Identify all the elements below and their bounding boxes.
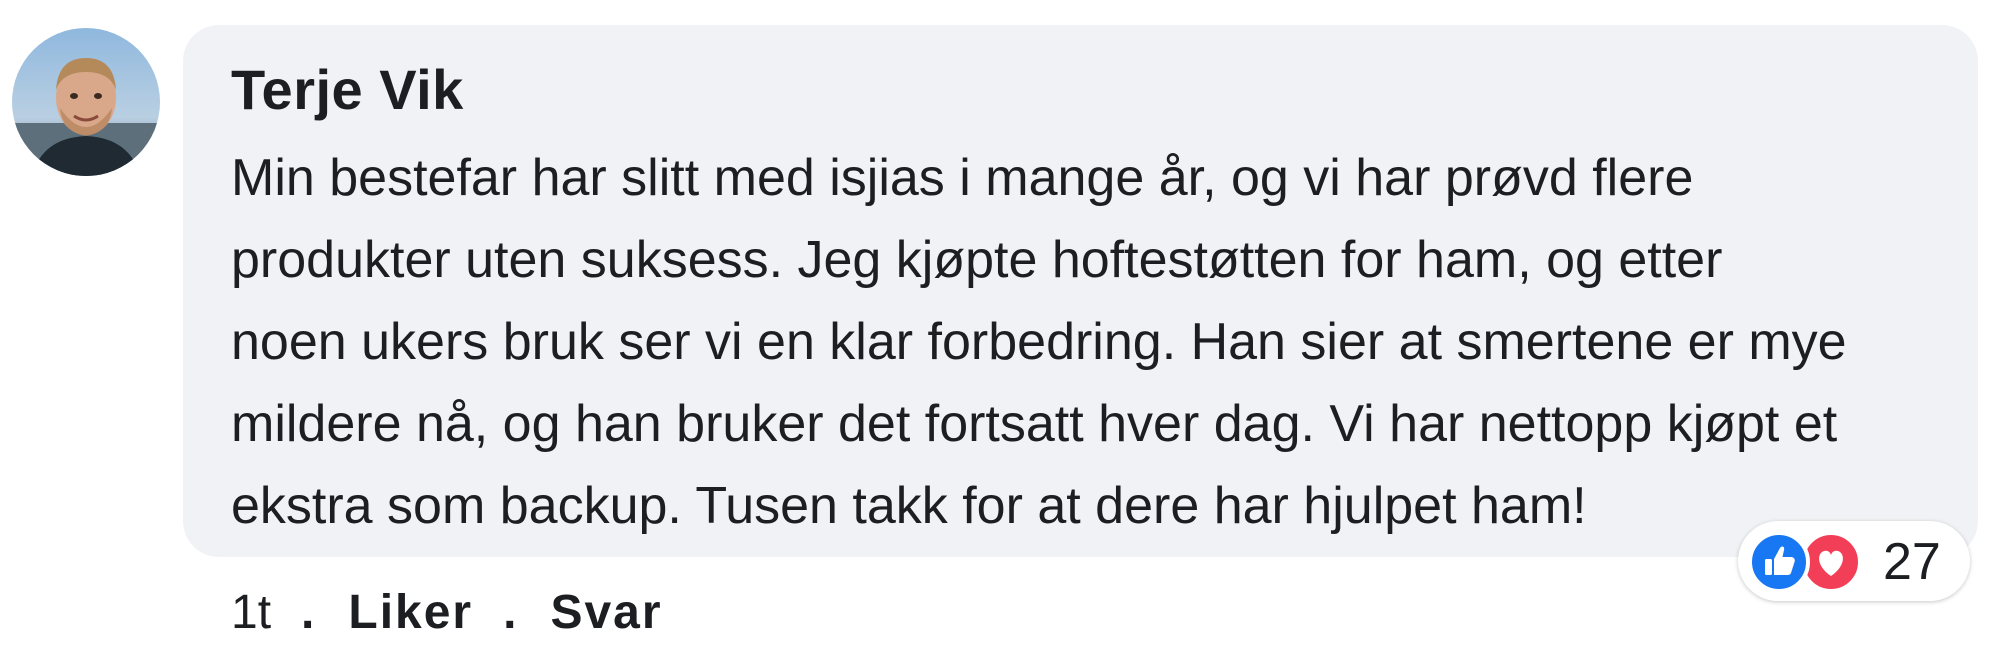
comment-text-line: ekstra som backup. Tusen takk for at der… [231, 477, 1587, 535]
comment-text-line: produkter uten suksess. Jeg kjøpte hofte… [231, 231, 1723, 289]
comment-text-line: mildere nå, og han bruker det fortsatt h… [231, 395, 1838, 453]
reaction-count: 27 [1883, 533, 1941, 591]
comment-text-line: Min bestefar har slitt med isjias i mang… [231, 149, 1694, 207]
avatar[interactable] [12, 28, 160, 176]
comment-actions: 1t . Liker . Svar [231, 585, 663, 641]
separator-dot: . [301, 586, 315, 639]
separator-dot: . [503, 586, 517, 639]
reply-button[interactable]: Svar [550, 585, 662, 641]
like-button[interactable]: Liker [348, 585, 473, 641]
comment-text: Min bestefar har slitt med isjias i mang… [231, 137, 1951, 547]
comment-author-name[interactable]: Terje Vik [231, 55, 464, 125]
comment-timestamp[interactable]: 1t [231, 585, 271, 641]
like-icon [1748, 531, 1810, 593]
reactions-summary[interactable]: 27 [1738, 521, 1970, 601]
avatar-photo [12, 28, 160, 176]
comment-text-line: noen ukers bruk ser vi en klar forbedrin… [231, 313, 1847, 371]
